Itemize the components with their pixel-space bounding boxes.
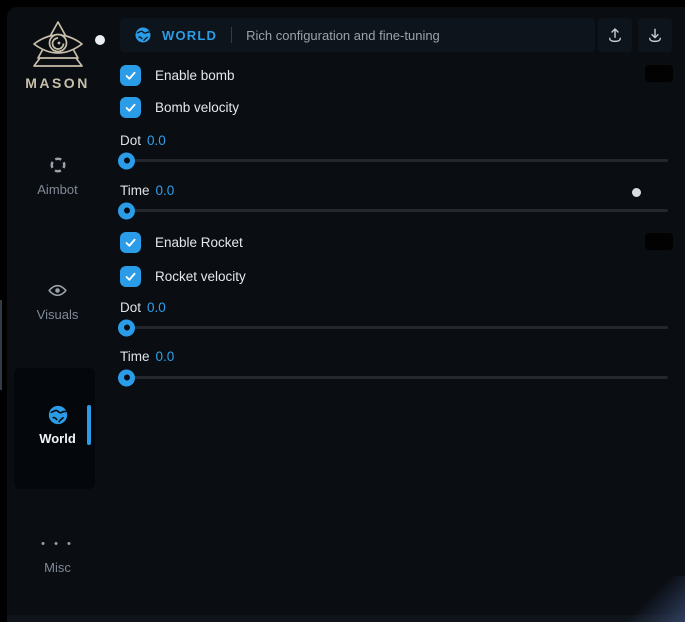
cheat-menu-panel: MASON Aimbot Visuals: [7, 7, 685, 622]
toggle-label: Rocket velocity: [155, 269, 246, 284]
globe-icon: [7, 404, 108, 426]
slider-rocket-time[interactable]: [120, 376, 668, 379]
slider-bomb-time[interactable]: [120, 209, 668, 212]
ellipsis-icon: • • •: [7, 533, 108, 555]
slider-name: Time: [120, 183, 150, 198]
slider-label-bomb-time: Time 0.0: [120, 183, 174, 199]
slider-thumb[interactable]: [118, 319, 135, 336]
slider-name: Dot: [120, 133, 141, 148]
rocket-color-swatch[interactable]: [645, 233, 673, 250]
toggle-enable-rocket: Enable Rocket: [120, 231, 243, 253]
background-corner-glow: [621, 576, 685, 622]
check-icon: [124, 69, 137, 82]
sidebar-item-world[interactable]: World: [7, 404, 108, 446]
slider-thumb[interactable]: [118, 369, 135, 386]
brand-name: MASON: [7, 75, 108, 91]
overlay-dot: [632, 188, 641, 197]
toggle-label: Enable Rocket: [155, 235, 243, 250]
slider-rocket-dot[interactable]: [120, 326, 668, 329]
tab-header: WORLD Rich configuration and fine-tuning: [120, 18, 595, 52]
overlay-dot: [95, 35, 105, 45]
brand-logo: MASON: [7, 19, 108, 91]
check-icon: [124, 236, 137, 249]
slider-bomb-dot[interactable]: [120, 159, 668, 162]
active-item-indicator: [87, 405, 91, 445]
sidebar-item-visuals[interactable]: Visuals: [7, 280, 108, 322]
checkbox-checked[interactable]: [120, 65, 141, 86]
slider-label-rocket-time: Time 0.0: [120, 349, 174, 365]
check-icon: [124, 270, 137, 283]
toggle-label: Bomb velocity: [155, 100, 239, 115]
toggle-label: Enable bomb: [155, 68, 235, 83]
sidebar: MASON Aimbot Visuals: [7, 7, 108, 622]
panel-bottom-edge: [7, 615, 685, 622]
sidebar-item-misc[interactable]: • • • Misc: [7, 533, 108, 575]
slider-value: 0.0: [147, 300, 166, 315]
toggle-bomb-velocity: Bomb velocity: [120, 96, 239, 118]
header-divider: [231, 27, 232, 43]
mason-eye-pyramid-icon: [25, 19, 91, 71]
screen-edge-artifact: [0, 300, 2, 390]
checkbox-checked[interactable]: [120, 266, 141, 287]
sidebar-item-label: Aimbot: [7, 182, 108, 197]
slider-thumb[interactable]: [118, 152, 135, 169]
sidebar-item-label: Visuals: [7, 307, 108, 322]
bomb-color-swatch[interactable]: [645, 65, 673, 82]
upload-config-button[interactable]: [598, 18, 632, 52]
slider-value: 0.0: [156, 183, 175, 198]
tab-subtitle: Rich configuration and fine-tuning: [246, 28, 440, 43]
sidebar-item-label: Misc: [7, 560, 108, 575]
download-config-button[interactable]: [638, 18, 672, 52]
slider-value: 0.0: [147, 133, 166, 148]
slider-label-rocket-dot: Dot 0.0: [120, 300, 166, 316]
slider-name: Dot: [120, 300, 141, 315]
slider-value: 0.0: [156, 349, 175, 364]
slider-label-bomb-dot: Dot 0.0: [120, 133, 166, 149]
active-tab-title: WORLD: [162, 28, 217, 43]
checkbox-checked[interactable]: [120, 232, 141, 253]
toggle-enable-bomb: Enable bomb: [120, 64, 235, 86]
crosshair-icon: [7, 155, 108, 177]
check-icon: [124, 101, 137, 114]
download-icon: [646, 26, 664, 44]
upload-icon: [606, 26, 624, 44]
eye-icon: [7, 280, 108, 302]
toggle-rocket-velocity: Rocket velocity: [120, 265, 246, 287]
sidebar-item-aimbot[interactable]: Aimbot: [7, 155, 108, 197]
slider-thumb[interactable]: [118, 202, 135, 219]
checkbox-checked[interactable]: [120, 97, 141, 118]
slider-name: Time: [120, 349, 150, 364]
globe-icon: [134, 26, 152, 44]
sidebar-item-label: World: [7, 431, 108, 446]
